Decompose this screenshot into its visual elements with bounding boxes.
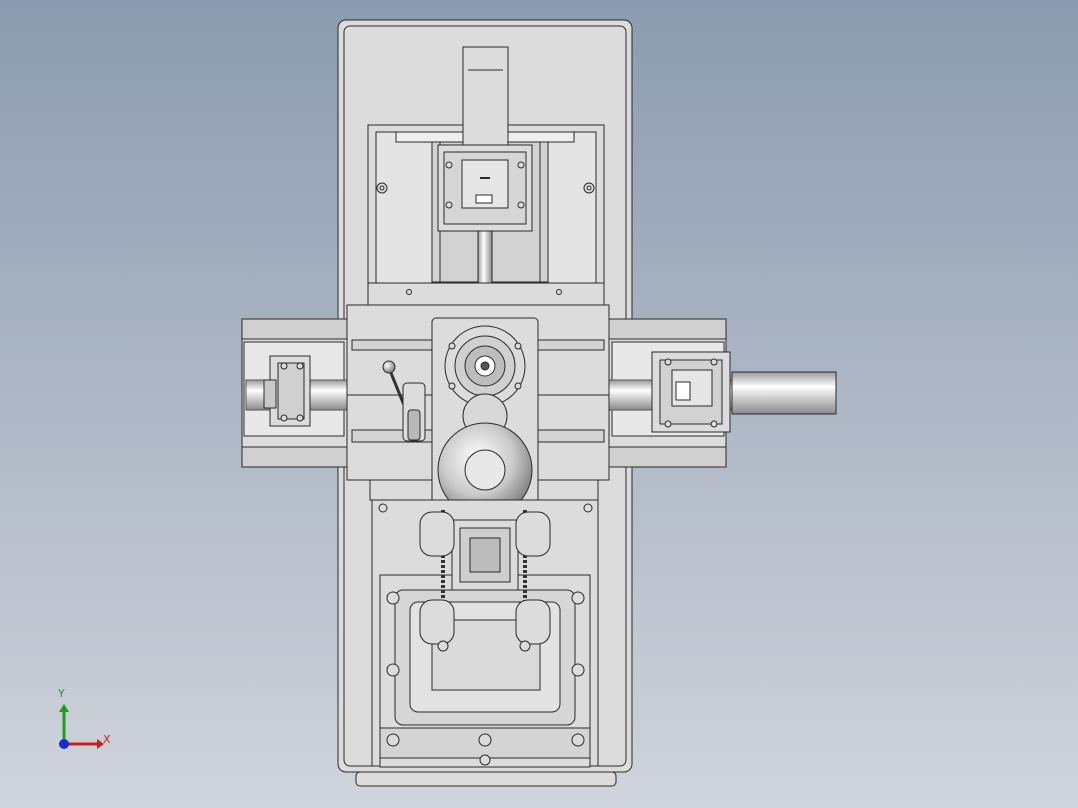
triad-x-label: X [103,733,111,746]
triad-z-axis [59,739,69,749]
left-idler-upper [419,511,455,557]
top-motor [462,46,509,150]
right-idler-upper [515,511,551,557]
cad-graphics-viewport[interactable] [0,0,1078,808]
left-idler-lower [419,599,455,645]
lever-knob [382,360,396,374]
triad-y-label: Y [58,687,65,700]
right-shaft [731,371,837,415]
right-idler-lower [515,599,551,645]
